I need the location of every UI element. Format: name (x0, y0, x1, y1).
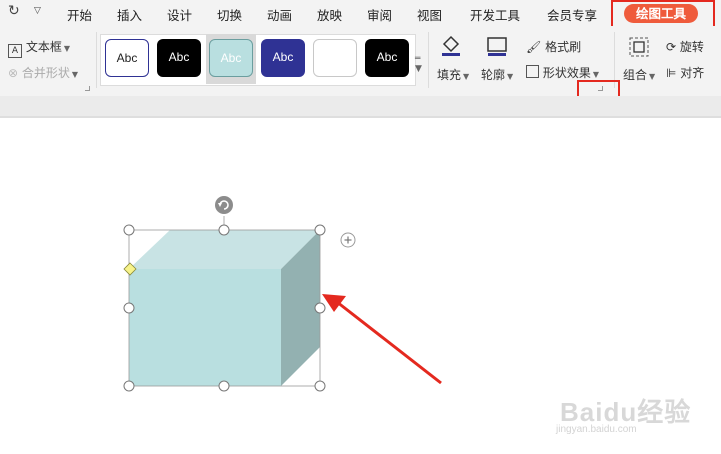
resize-handle[interactable] (123, 380, 135, 392)
add-icon[interactable] (340, 232, 356, 248)
resize-handle[interactable] (218, 224, 230, 236)
resize-handle[interactable] (314, 380, 326, 392)
rotate-handle-icon[interactable] (215, 196, 233, 214)
watermark-url: jingyan.baidu.com (556, 424, 637, 435)
cube-front-face[interactable] (129, 269, 281, 386)
resize-handle[interactable] (218, 380, 230, 392)
annotation-arrow (322, 294, 442, 385)
resize-handle[interactable] (123, 302, 135, 314)
resize-handle[interactable] (314, 224, 326, 236)
shape-layer (123, 196, 442, 392)
resize-handle[interactable] (314, 302, 326, 314)
resize-handle[interactable] (123, 224, 135, 236)
